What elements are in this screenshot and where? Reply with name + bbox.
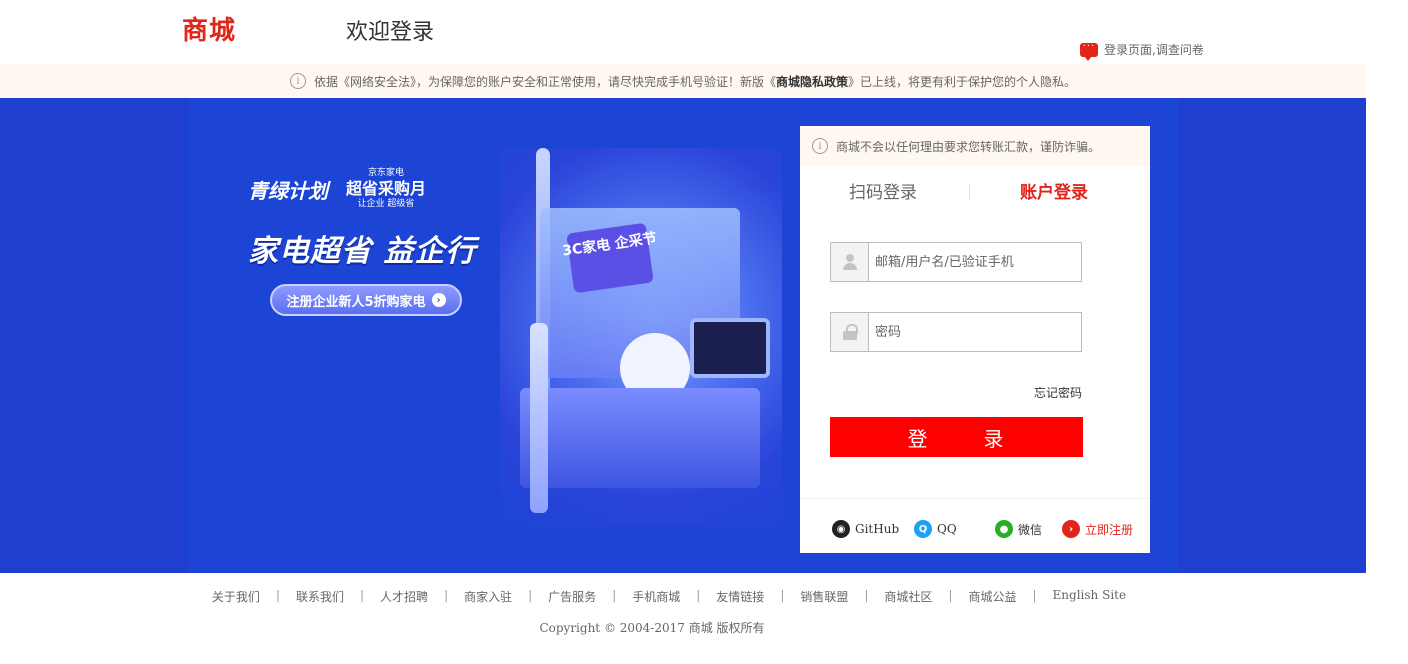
illustration-tv — [690, 318, 770, 378]
promo-logos: 青绿计划 京东家电 超省采购月 让企业 超级省 — [248, 168, 518, 210]
footer-separator: | — [528, 588, 533, 602]
promo-register-button[interactable]: 注册企业新人5折购家电 › — [270, 284, 462, 316]
register-link[interactable]: › 立即注册 — [1062, 520, 1133, 538]
privacy-policy-link[interactable]: 商城隐私政策 — [776, 73, 848, 90]
login-panel: i 商城不会以任何理由要求您转账汇款，谨防诈骗。 扫码登录 账户登录 忘记密码 … — [800, 126, 1150, 553]
footer-link-jobs[interactable]: 人才招聘 — [368, 588, 440, 605]
appliance-month-logo: 京东家电 超省采购月 让企业 超级省 — [346, 168, 426, 210]
footer-link-community[interactable]: 商城社区 — [872, 588, 944, 605]
green-plan-logo: 青绿计划 — [248, 178, 328, 203]
username-input[interactable] — [869, 243, 1081, 281]
appliance-logo-big: 超省采购月 — [346, 179, 427, 198]
illustration-base — [520, 388, 760, 488]
promo-block: 青绿计划 京东家电 超省采购月 让企业 超级省 家电超省 益企行 注册企业新人5… — [248, 168, 518, 316]
wechat-label: 微信 — [1018, 522, 1043, 537]
chevron-right-icon: › — [431, 293, 446, 307]
wechat-icon: ● — [995, 520, 1013, 538]
chat-bubble-icon: ··· — [1080, 41, 1098, 61]
lock-icon — [831, 313, 869, 351]
security-notice-bar: i 依据《网络安全法》，为保障您的账户安全和正常使用，请尽快完成手机号验证！新版… — [0, 64, 1366, 98]
footer-separator: | — [444, 588, 449, 602]
password-input[interactable] — [869, 313, 1081, 351]
login-button[interactable]: 登 录 — [830, 417, 1083, 457]
footer-separator: | — [1032, 588, 1037, 602]
footer-separator: | — [780, 588, 785, 602]
site-logo[interactable]: 商城 — [182, 10, 236, 47]
footer-link-affiliate[interactable]: 销售联盟 — [788, 588, 860, 605]
footer-separator: | — [612, 588, 617, 602]
footer-link-merchants[interactable]: 商家入驻 — [452, 588, 524, 605]
tab-divider — [969, 184, 970, 200]
appliance-logo-small: 京东家电 — [368, 168, 405, 178]
register-label: 立即注册 — [1085, 522, 1134, 537]
survey-link[interactable]: ··· 登录页面,调查问卷 — [1080, 41, 1204, 61]
tab-account-login[interactable]: 账户登录 — [1020, 178, 1088, 203]
tab-qr-login[interactable]: 扫码登录 — [849, 178, 917, 203]
footer-link-contact[interactable]: 联系我们 — [284, 588, 356, 605]
github-icon: ◉ — [832, 520, 850, 538]
notice-text-before: 依据《网络安全法》，为保障您的账户安全和正常使用，请尽快完成手机号验证！新版《 — [313, 74, 776, 89]
footer-separator: | — [948, 588, 953, 602]
github-login[interactable]: ◉ GitHub — [832, 520, 899, 538]
footer-links: 关于我们 | 联系我们 | 人才招聘 | 商家入驻 | 广告服务 | 手机商城 | 友情链接… — [0, 588, 1338, 605]
fraud-warning: i 商城不会以任何理由要求您转账汇款，谨防诈骗。 — [800, 126, 1150, 166]
info-icon: i — [812, 138, 828, 154]
qq-login[interactable]: Q QQ — [914, 520, 957, 538]
notice-text-after: 》已上线，将更有利于保护您的个人隐私。 — [848, 74, 1077, 89]
forgot-password-link[interactable]: 忘记密码 — [1034, 384, 1082, 401]
footer-link-friends[interactable]: 友情链接 — [704, 588, 776, 605]
arrow-right-icon: › — [1062, 520, 1080, 538]
user-icon — [831, 243, 869, 281]
footer-link-english[interactable]: English Site — [1041, 588, 1139, 605]
username-field — [830, 242, 1082, 282]
page-title: 欢迎登录 — [346, 20, 435, 45]
copyright: Copyright © 2004-2017 商城 版权所有 — [539, 621, 765, 635]
promo-illustration: 3C家电 企采节 — [500, 148, 782, 526]
social-login-bar: ◉ GitHub Q QQ ● 微信 › 立即注册 — [800, 498, 1150, 553]
footer-link-mobile[interactable]: 手机商城 — [620, 588, 692, 605]
info-icon: i — [289, 73, 306, 89]
survey-label[interactable]: 登录页面,调查问卷 — [1104, 41, 1204, 58]
qq-label: QQ — [937, 522, 957, 536]
qq-icon: Q — [914, 520, 932, 538]
footer-separator: | — [696, 588, 701, 602]
site-header: 商城 欢迎登录 ··· 登录页面,调查问卷 — [0, 0, 1408, 64]
password-field — [830, 312, 1082, 352]
illustration-purifier — [530, 323, 548, 513]
footer-separator: | — [360, 588, 365, 602]
login-tabs: 扫码登录 账户登录 — [800, 166, 1150, 216]
footer-separator: | — [275, 588, 280, 602]
fraud-warning-text: 商城不会以任何理由要求您转账汇款，谨防诈骗。 — [836, 139, 1101, 154]
appliance-logo-sub: 让企业 超级省 — [357, 199, 415, 209]
wechat-login[interactable]: ● 微信 — [995, 520, 1042, 538]
promo-title: 家电超省 益企行 — [248, 234, 477, 269]
github-label: GitHub — [855, 522, 900, 536]
footer-link-ads[interactable]: 广告服务 — [536, 588, 608, 605]
promo-button-label: 注册企业新人5折购家电 — [286, 294, 426, 310]
footer-separator: | — [864, 588, 869, 602]
footer-link-about[interactable]: 关于我们 — [200, 588, 272, 605]
footer-link-charity[interactable]: 商城公益 — [956, 588, 1028, 605]
